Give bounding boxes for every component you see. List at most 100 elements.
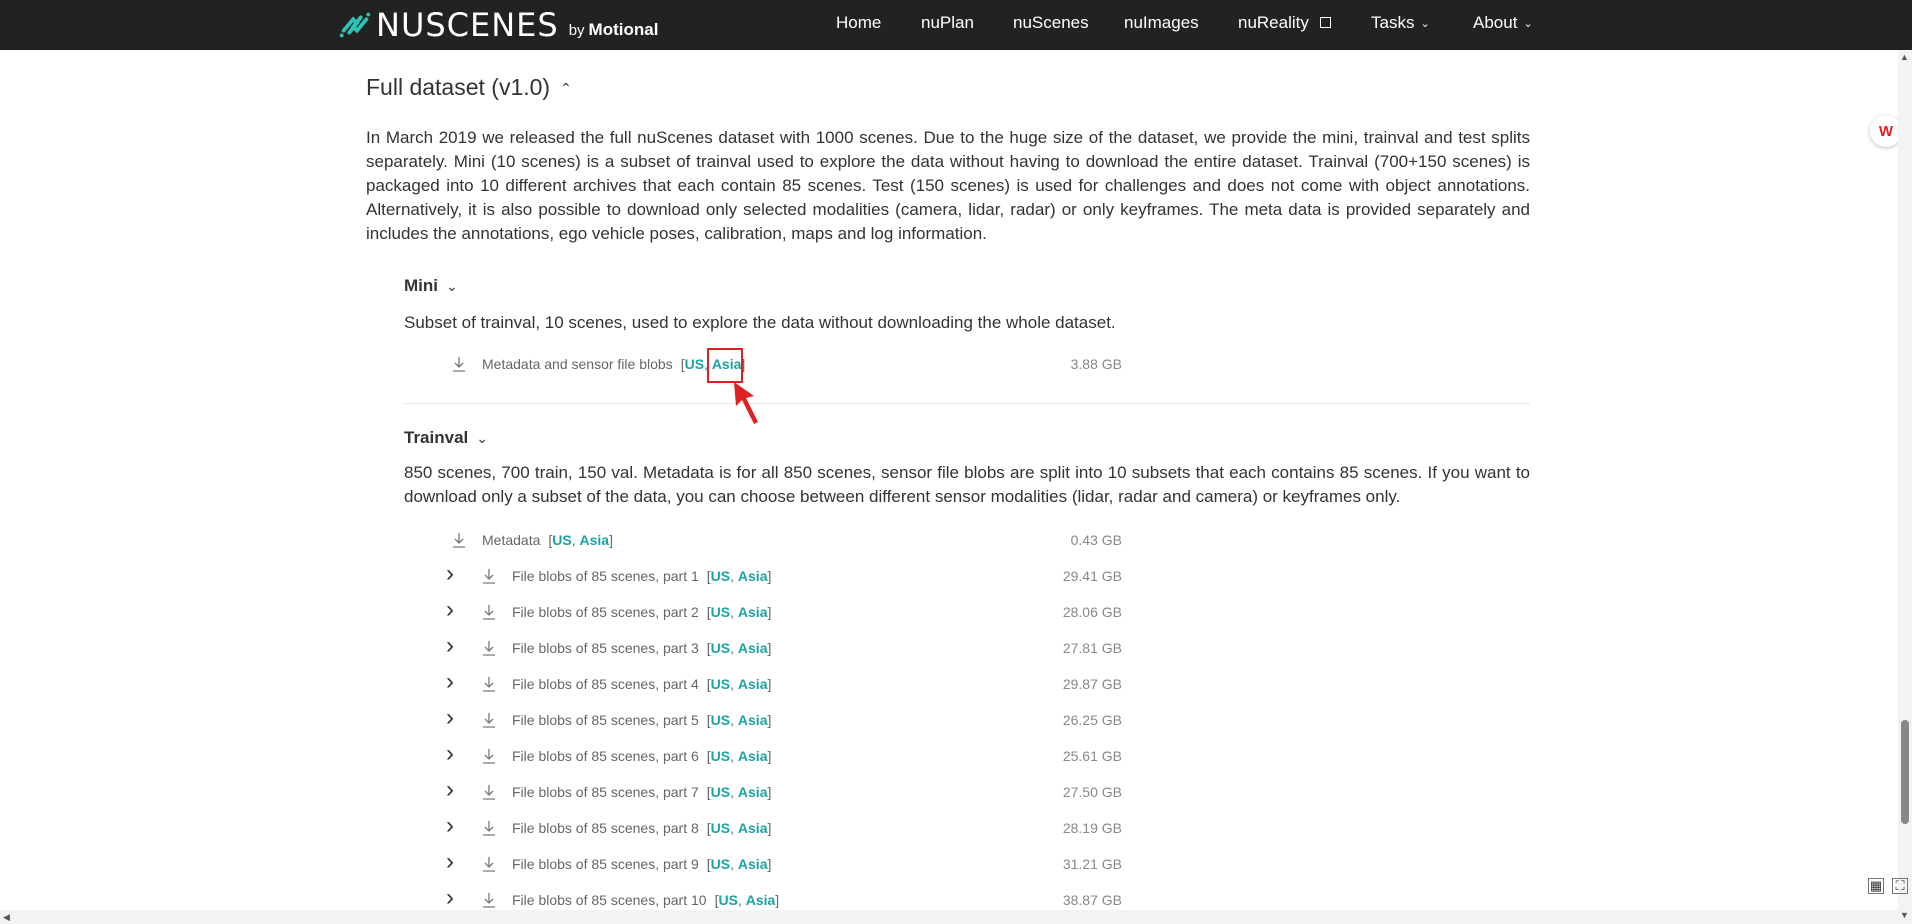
part-label: File blobs of 85 scenes, part 7 [US, Asia… (512, 784, 771, 800)
file-label-text: File blobs of 85 scenes, part 9 (512, 856, 699, 872)
mirror-us-link[interactable]: US (711, 640, 730, 656)
part-label: File blobs of 85 scenes, part 6 [US, Asia… (512, 748, 771, 764)
file-label-text: File blobs of 85 scenes, part 4 (512, 676, 699, 692)
keyboard-icon[interactable]: ▦ (1868, 878, 1884, 894)
mirror-us-link[interactable]: US (685, 356, 704, 372)
mirror-asia-link[interactable]: Asia (738, 712, 768, 728)
chevron-right-icon[interactable]: › (446, 668, 454, 696)
mini-file-label: Metadata and sensor file blobs [US, Asia] (482, 356, 745, 372)
mirror-asia-link[interactable]: Asia (738, 856, 768, 872)
chevron-right-icon[interactable]: › (446, 776, 454, 804)
file-mirror-links: [US, Asia] (706, 784, 772, 800)
download-icon[interactable] (482, 820, 496, 836)
trainval-part-row: › File blobs of 85 scenes, part 7 [US, Asi… (444, 776, 1344, 806)
chevron-right-icon[interactable]: › (446, 596, 454, 624)
brand-by: by (568, 21, 585, 39)
section-title[interactable]: Full dataset (v1.0) ⌃ (366, 74, 572, 101)
file-size: 3.88 GB (1070, 356, 1122, 372)
trainval-part-row: › File blobs of 85 scenes, part 4 [US, Asi… (444, 668, 1344, 698)
file-size: 29.41 GB (1062, 568, 1122, 584)
file-size: 38.87 GB (1062, 892, 1122, 908)
file-label-text: File blobs of 85 scenes, part 1 (512, 568, 699, 584)
mirror-asia-link[interactable]: Asia (738, 676, 768, 692)
file-size: 31.21 GB (1062, 856, 1122, 872)
file-label-text: File blobs of 85 scenes, part 10 (512, 892, 707, 908)
scrollbar-thumb[interactable] (1901, 720, 1909, 824)
chevron-down-icon: ⌄ (476, 430, 488, 446)
download-icon[interactable] (452, 532, 466, 548)
brand-motional: Motional (588, 20, 659, 39)
mirror-asia-link[interactable]: Asia (746, 892, 776, 908)
download-icon[interactable] (482, 784, 496, 800)
mini-description: Subset of trainval, 10 scenes, used to e… (404, 313, 1116, 332)
section-title-text: Full dataset (v1.0) (366, 74, 551, 100)
trainval-header[interactable]: Trainval ⌄ (404, 428, 488, 448)
mirror-asia-link[interactable]: Asia (580, 532, 610, 548)
mirror-asia-link[interactable]: Asia (738, 784, 768, 800)
external-link-icon (1319, 17, 1331, 29)
chevron-right-icon[interactable]: › (446, 632, 454, 660)
chevron-right-icon[interactable]: › (446, 884, 454, 912)
part-label: File blobs of 85 scenes, part 2 [US, Asia… (512, 604, 771, 620)
nav-nuscenes[interactable]: nuScenes (1013, 13, 1089, 33)
nav-tasks-label: Tasks (1371, 13, 1415, 32)
scroll-left-icon[interactable]: ◀ (3, 912, 10, 923)
mini-header[interactable]: Mini ⌄ (404, 276, 458, 296)
nav-nureality[interactable]: nuReality (1238, 13, 1331, 33)
scroll-down-icon[interactable]: ▼ (1900, 910, 1909, 920)
trainval-part-row: › File blobs of 85 scenes, part 3 [US, Asi… (444, 632, 1344, 662)
chevron-right-icon[interactable]: › (446, 560, 454, 588)
mirror-us-link[interactable]: US (711, 568, 730, 584)
mirror-us-link[interactable]: US (552, 532, 571, 548)
mirror-us-link[interactable]: US (711, 604, 730, 620)
chevron-right-icon[interactable]: › (446, 740, 454, 768)
download-icon[interactable] (482, 604, 496, 620)
file-size: 0.43 GB (1070, 532, 1122, 548)
top-navbar: NUSCENES by Motional Home nuPlan nuScene… (0, 0, 1912, 50)
mirror-asia-link[interactable]: Asia (738, 640, 768, 656)
download-icon[interactable] (482, 568, 496, 584)
mirror-us-link[interactable]: US (718, 892, 737, 908)
download-icon[interactable] (482, 712, 496, 728)
fullscreen-icon[interactable]: ⛶ (1892, 878, 1908, 894)
part-label: File blobs of 85 scenes, part 3 [US, Asia… (512, 640, 771, 656)
download-icon[interactable] (482, 748, 496, 764)
file-mirror-links: [US, Asia] (706, 820, 772, 836)
mirror-us-link[interactable]: US (711, 676, 730, 692)
nav-home[interactable]: Home (836, 13, 881, 33)
mirror-us-link[interactable]: US (711, 820, 730, 836)
mirror-us-link[interactable]: US (711, 748, 730, 764)
mirror-asia-link[interactable]: Asia (738, 748, 768, 764)
nuscenes-logo[interactable]: NUSCENES by Motional (336, 6, 658, 44)
nav-nuplan[interactable]: nuPlan (921, 13, 974, 33)
mirror-us-link[interactable]: US (711, 856, 730, 872)
download-icon[interactable] (482, 676, 496, 692)
download-icon[interactable] (452, 356, 466, 372)
chevron-right-icon[interactable]: › (446, 812, 454, 840)
trainval-part-row: › File blobs of 85 scenes, part 5 [US, Asi… (444, 704, 1344, 734)
file-size: 29.87 GB (1062, 676, 1122, 692)
mirror-us-link[interactable]: US (711, 712, 730, 728)
horizontal-scrollbar[interactable]: ◀ (0, 910, 1898, 924)
download-icon[interactable] (482, 856, 496, 872)
nav-nuimages[interactable]: nuImages (1124, 13, 1199, 33)
nav-about-label: About (1473, 13, 1518, 32)
download-icon[interactable] (482, 892, 496, 908)
divider (404, 403, 1530, 404)
file-label-text: File blobs of 85 scenes, part 7 (512, 784, 699, 800)
file-mirror-links: [US, Asia] (706, 676, 772, 692)
part-label: File blobs of 85 scenes, part 8 [US, Asia… (512, 820, 771, 836)
file-label-text: Metadata and sensor file blobs (482, 356, 673, 372)
mirror-asia-link[interactable]: Asia (738, 568, 768, 584)
scroll-up-icon[interactable]: ▲ (1900, 52, 1909, 62)
mirror-us-link[interactable]: US (711, 784, 730, 800)
trainval-part-row: › File blobs of 85 scenes, part 2 [US, Asi… (444, 596, 1344, 626)
download-icon[interactable] (482, 640, 496, 656)
file-mirror-links: [US, Asia] (706, 856, 772, 872)
chevron-right-icon[interactable]: › (446, 704, 454, 732)
nav-about[interactable]: About ⌄ (1473, 13, 1533, 33)
chevron-right-icon[interactable]: › (446, 848, 454, 876)
mirror-asia-link[interactable]: Asia (738, 820, 768, 836)
nav-tasks[interactable]: Tasks ⌄ (1371, 13, 1430, 33)
mirror-asia-link[interactable]: Asia (738, 604, 768, 620)
